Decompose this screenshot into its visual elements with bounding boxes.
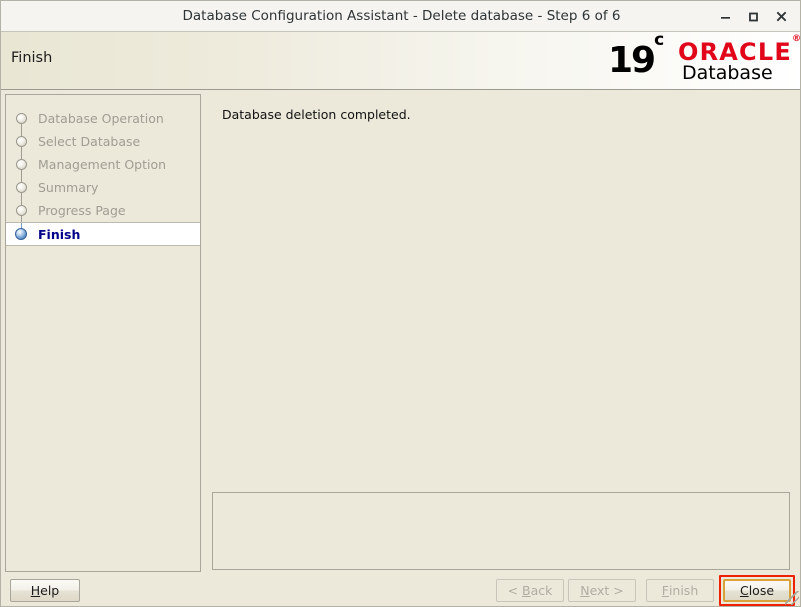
back-button-label: < xyxy=(507,583,523,598)
sidebar-item-label: Progress Page xyxy=(38,203,126,218)
minimize-icon[interactable] xyxy=(712,3,738,29)
logo-version: 19c xyxy=(608,32,664,81)
message-panel xyxy=(212,492,790,570)
window-titlebar: Database Configuration Assistant - Delet… xyxy=(1,1,800,32)
help-button-mnemonic: H xyxy=(30,583,41,598)
step-bullet-icon xyxy=(16,136,27,147)
close-button-label: lose xyxy=(748,583,775,598)
button-bar: Help < Back Next > Finish Close xyxy=(1,574,800,606)
window-controls xyxy=(712,1,794,31)
step-marker xyxy=(6,130,38,153)
logo-brand: ORACLE® xyxy=(678,34,800,64)
maximize-icon[interactable] xyxy=(740,3,766,29)
resize-grip[interactable] xyxy=(785,591,799,605)
close-icon[interactable] xyxy=(768,3,794,29)
help-button[interactable]: Help xyxy=(10,579,80,602)
sidebar-item-label: Summary xyxy=(38,180,99,195)
step-marker xyxy=(6,153,38,176)
step-bullet-icon xyxy=(16,159,27,170)
sidebar-item-label: Select Database xyxy=(38,134,141,149)
sidebar-item-management-option[interactable]: Management Option xyxy=(6,153,200,176)
finish-button-mnemonic: F xyxy=(661,583,669,598)
step-marker xyxy=(6,199,38,222)
dbca-window: Database Configuration Assistant - Delet… xyxy=(0,0,801,607)
window-title: Database Configuration Assistant - Delet… xyxy=(182,8,621,24)
oracle-logo: 19c ORACLE® Database xyxy=(604,32,800,87)
next-button-mnemonic: N xyxy=(580,583,590,598)
logo-registered-icon: ® xyxy=(792,34,800,44)
finish-button-label: inish xyxy=(668,583,699,598)
step-marker xyxy=(6,107,38,130)
sidebar-item-progress-page[interactable]: Progress Page xyxy=(6,199,200,222)
next-button-label: ext > xyxy=(589,583,624,598)
back-button-mnemonic: B xyxy=(522,583,531,598)
wizard-steps-sidebar: Database Operation Select Database Manag… xyxy=(5,94,201,572)
sidebar-item-database-operation[interactable]: Database Operation xyxy=(6,107,200,130)
wizard-steps-list: Database Operation Select Database Manag… xyxy=(6,107,200,246)
logo-version-suffix: c xyxy=(654,32,665,50)
page-header: Finish 19c ORACLE® Database xyxy=(1,32,800,90)
step-bullet-icon xyxy=(16,182,27,193)
sidebar-item-label: Database Operation xyxy=(38,111,164,126)
step-marker xyxy=(6,176,38,199)
logo-product: Database xyxy=(682,62,773,84)
sidebar-item-summary[interactable]: Summary xyxy=(6,176,200,199)
logo-version-number: 19 xyxy=(608,40,656,81)
sidebar-item-finish[interactable]: Finish xyxy=(6,222,200,246)
close-button[interactable]: Close xyxy=(723,579,791,602)
sidebar-item-select-database[interactable]: Select Database xyxy=(6,130,200,153)
sidebar-item-label: Finish xyxy=(38,226,81,242)
main-content: Database deletion completed. xyxy=(210,94,793,572)
finish-button: Finish xyxy=(646,579,714,602)
step-bullet-icon xyxy=(16,205,27,216)
sidebar-item-label: Management Option xyxy=(38,157,167,172)
step-bullet-icon xyxy=(16,113,27,124)
completion-message: Database deletion completed. xyxy=(222,107,411,122)
close-button-mnemonic: C xyxy=(739,583,749,598)
page-title: Finish xyxy=(11,50,53,66)
back-button: < Back xyxy=(496,579,564,602)
next-button: Next > xyxy=(568,579,636,602)
step-bullet-icon-active xyxy=(15,227,27,240)
help-button-label: elp xyxy=(40,583,60,598)
close-button-focus-ring: Close xyxy=(719,575,795,606)
step-marker xyxy=(6,222,38,246)
